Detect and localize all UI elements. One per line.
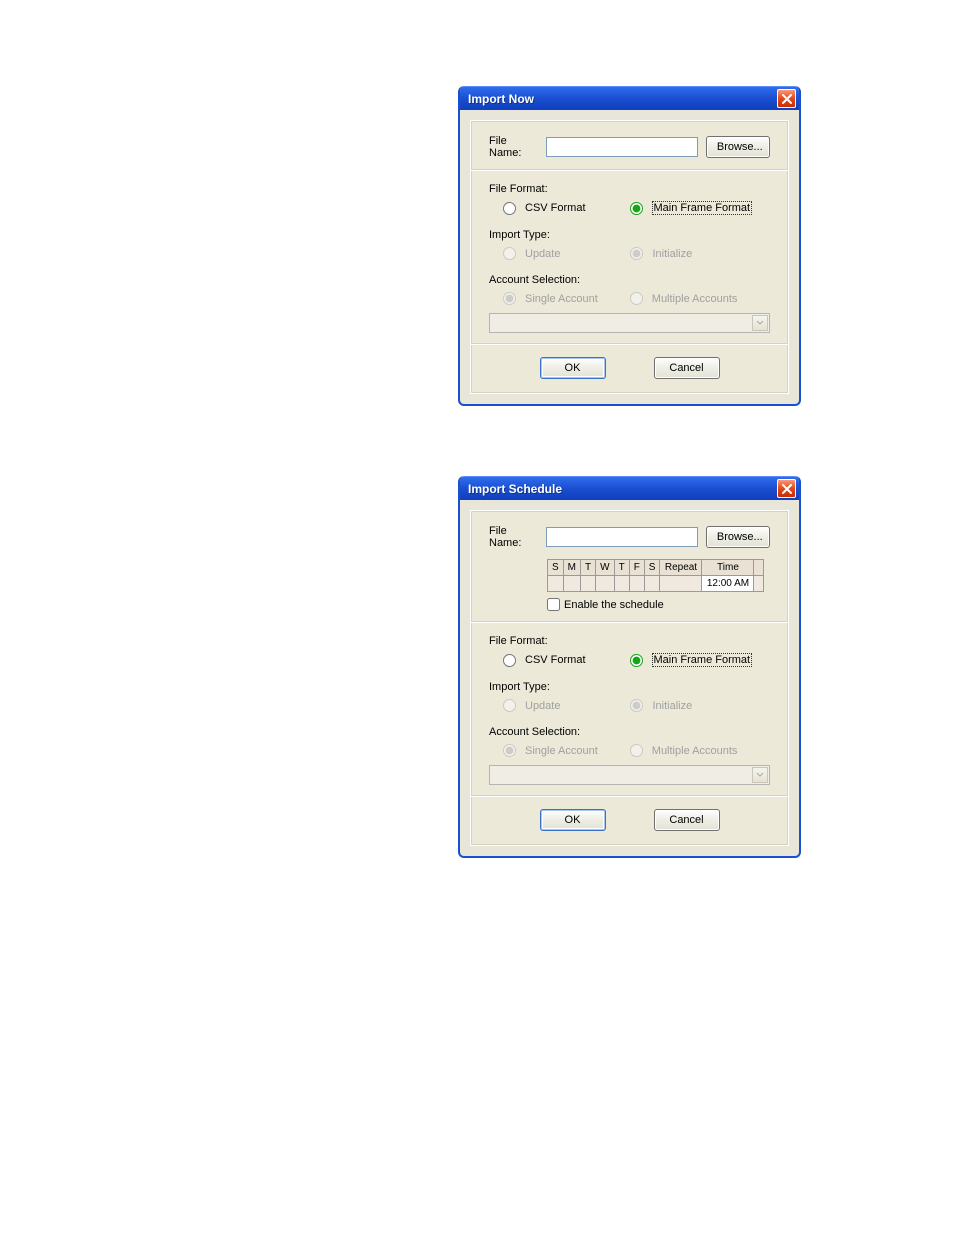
divider — [471, 343, 788, 345]
single-account-radio: Single Account — [503, 292, 598, 305]
day-header: S — [644, 560, 660, 576]
titlebar[interactable]: Import Now — [460, 86, 799, 110]
cancel-button[interactable]: Cancel — [654, 809, 720, 831]
close-icon — [782, 94, 792, 104]
day-cell[interactable] — [614, 576, 629, 592]
ok-button[interactable]: OK — [540, 357, 606, 379]
enable-schedule-label: Enable the schedule — [564, 599, 664, 611]
multiple-accounts-radio: Multiple Accounts — [630, 744, 738, 757]
mainframe-format-label: Main Frame Format — [652, 653, 753, 667]
browse-button[interactable]: Browse... — [706, 136, 770, 158]
update-label: Update — [525, 248, 560, 260]
single-account-radio: Single Account — [503, 744, 598, 757]
schedule-header-row: S M T W T F S Repeat Time — [548, 560, 764, 576]
file-name-label: File Name: — [489, 135, 538, 159]
titlebar[interactable]: Import Schedule — [460, 476, 799, 500]
dialog-title: Import Schedule — [468, 482, 562, 496]
file-format-label: File Format: — [489, 635, 770, 647]
account-select — [489, 765, 770, 785]
time-header: Time — [702, 560, 754, 576]
single-account-label: Single Account — [525, 293, 598, 305]
csv-format-radio[interactable]: CSV Format — [503, 201, 586, 215]
update-label: Update — [525, 700, 560, 712]
csv-format-label: CSV Format — [525, 202, 586, 214]
divider — [471, 621, 788, 623]
initialize-label: Initialize — [652, 248, 692, 260]
close-button[interactable] — [777, 479, 796, 498]
import-type-label: Import Type: — [489, 681, 770, 693]
day-cell[interactable] — [629, 576, 644, 592]
account-select — [489, 313, 770, 333]
csv-format-radio[interactable]: CSV Format — [503, 653, 586, 667]
time-cell[interactable]: 12:00 AM — [702, 576, 754, 592]
browse-button[interactable]: Browse... — [706, 526, 770, 548]
day-cell[interactable] — [563, 576, 580, 592]
day-header: M — [563, 560, 580, 576]
import-type-label: Import Type: — [489, 229, 770, 241]
cancel-button[interactable]: Cancel — [654, 357, 720, 379]
day-cell[interactable] — [644, 576, 660, 592]
single-account-label: Single Account — [525, 745, 598, 757]
initialize-radio: Initialize — [630, 699, 692, 712]
close-button[interactable] — [777, 89, 796, 108]
scroll-gutter — [754, 576, 764, 592]
account-selection-label: Account Selection: — [489, 274, 770, 286]
file-name-label: File Name: — [489, 525, 538, 549]
scroll-gutter — [754, 560, 764, 576]
import-schedule-dialog: Import Schedule File Name: Browse... S M… — [458, 476, 801, 858]
divider — [471, 169, 788, 171]
initialize-radio: Initialize — [630, 247, 692, 260]
schedule-row[interactable]: 12:00 AM — [548, 576, 764, 592]
file-format-label: File Format: — [489, 183, 770, 195]
enable-schedule-checkbox[interactable]: Enable the schedule — [547, 598, 770, 611]
account-selection-label: Account Selection: — [489, 726, 770, 738]
chevron-down-icon — [752, 315, 768, 331]
update-radio: Update — [503, 247, 560, 260]
day-header: W — [596, 560, 614, 576]
repeat-header: Repeat — [660, 560, 702, 576]
repeat-cell[interactable] — [660, 576, 702, 592]
day-header: F — [629, 560, 644, 576]
update-radio: Update — [503, 699, 560, 712]
csv-format-label: CSV Format — [525, 654, 586, 666]
file-name-input[interactable] — [546, 137, 698, 157]
multiple-accounts-label: Multiple Accounts — [652, 293, 738, 305]
ok-button[interactable]: OK — [540, 809, 606, 831]
divider — [471, 795, 788, 797]
day-header: T — [614, 560, 629, 576]
schedule-table: S M T W T F S Repeat Time — [547, 559, 764, 592]
day-cell[interactable] — [596, 576, 614, 592]
day-header: T — [581, 560, 596, 576]
mainframe-format-label: Main Frame Format — [652, 201, 753, 215]
multiple-accounts-label: Multiple Accounts — [652, 745, 738, 757]
day-cell[interactable] — [548, 576, 564, 592]
day-header: S — [548, 560, 564, 576]
initialize-label: Initialize — [652, 700, 692, 712]
day-cell[interactable] — [581, 576, 596, 592]
file-name-input[interactable] — [546, 527, 698, 547]
mainframe-format-radio[interactable]: Main Frame Format — [630, 653, 753, 667]
chevron-down-icon — [752, 767, 768, 783]
close-icon — [782, 484, 792, 494]
mainframe-format-radio[interactable]: Main Frame Format — [630, 201, 753, 215]
dialog-title: Import Now — [468, 92, 534, 106]
multiple-accounts-radio: Multiple Accounts — [630, 292, 738, 305]
import-now-dialog: Import Now File Name: Browse... File For… — [458, 86, 801, 406]
